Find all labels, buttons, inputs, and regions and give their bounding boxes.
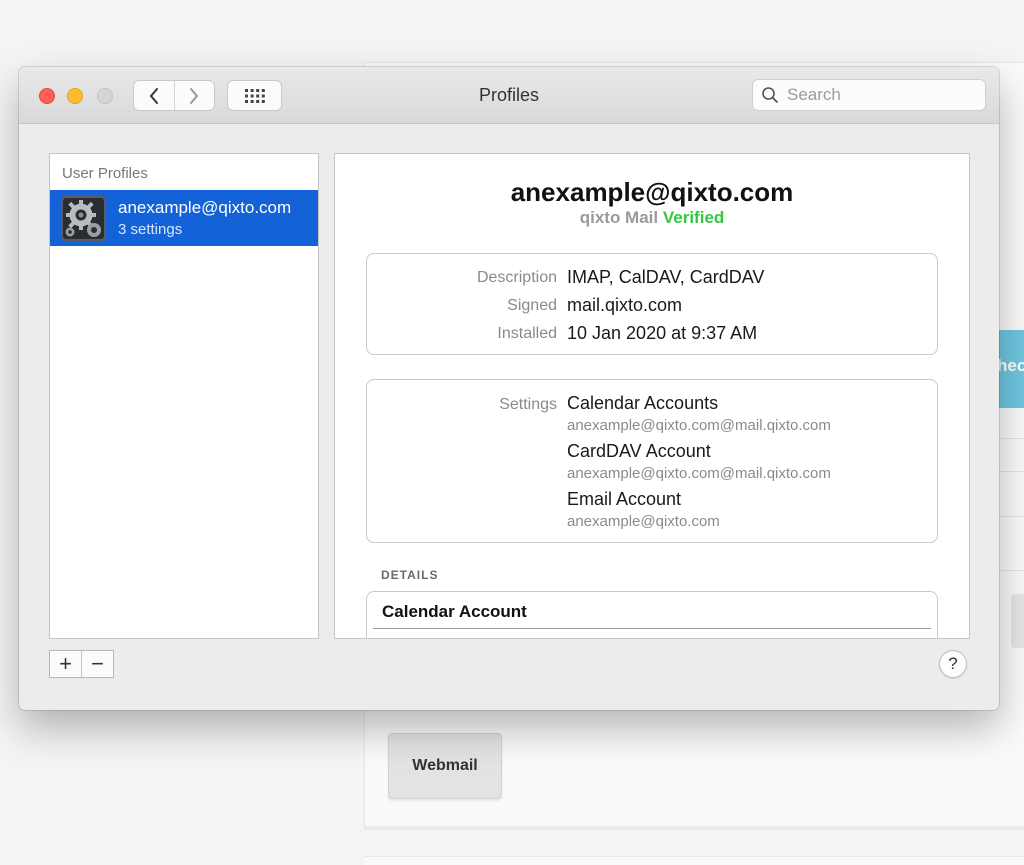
profile-settings-count: 3 settings: [118, 221, 183, 238]
search-field[interactable]: [752, 79, 986, 111]
background-divider: [995, 570, 1024, 571]
profiles-sidebar: User Profiles anexample@qixto.com 3 sett…: [49, 153, 319, 639]
add-profile-button[interactable]: +: [50, 651, 81, 677]
background-divider: [364, 826, 1024, 830]
installed-label: Installed: [497, 325, 557, 342]
setting-name: CardDAV Account: [567, 441, 711, 461]
help-button[interactable]: ?: [939, 650, 967, 678]
profile-list-item[interactable]: anexample@qixto.com 3 settings: [50, 190, 318, 246]
add-remove-buttons: + −: [49, 650, 114, 678]
gear-icon: [61, 196, 106, 241]
profile-detail-panel: anexample@qixto.com qixto Mail Verified …: [334, 153, 970, 639]
search-input[interactable]: [785, 84, 979, 106]
settings-label: Settings: [499, 396, 557, 413]
title-bar: Profiles: [19, 67, 999, 124]
profiles-window: Profiles User Profiles: [19, 67, 999, 710]
details-card-title: Calendar Account: [382, 602, 527, 621]
profile-name: anexample@qixto.com: [118, 198, 292, 217]
background-divider: [995, 471, 1024, 472]
details-divider: [373, 628, 931, 629]
verified-badge: Verified: [662, 208, 725, 227]
setting-name: Email Account: [567, 489, 682, 509]
description-label: Description: [476, 269, 557, 286]
sidebar-header: User Profiles: [62, 165, 148, 182]
description-value: IMAP, CalDAV, CardDAV: [567, 267, 765, 287]
profile-source-line: qixto Mail Verified: [335, 208, 969, 228]
setting-detail: anexample@qixto.com: [567, 513, 720, 530]
background-teal-button-label: hec: [997, 356, 1024, 375]
profile-info-card: Description IMAP, CalDAV, CardDAV Signed…: [366, 253, 938, 355]
profile-title: anexample@qixto.com: [510, 177, 794, 207]
background-teal-button[interactable]: hec: [995, 330, 1024, 408]
background-divider: [995, 438, 1024, 439]
search-icon: [762, 87, 778, 103]
setting-name: Calendar Accounts: [567, 393, 719, 413]
webmail-button[interactable]: Webmail: [388, 733, 502, 799]
profile-settings-card: Settings Calendar Accounts anexample@qix…: [366, 379, 938, 543]
details-section-header: DETAILS: [381, 568, 439, 582]
details-card: Calendar Account: [366, 591, 938, 638]
remove-profile-button[interactable]: −: [81, 651, 113, 677]
profile-source: qixto Mail: [579, 208, 659, 227]
background-side-tab[interactable]: [1011, 594, 1024, 648]
signed-label: Signed: [507, 297, 557, 314]
background-divider: [995, 516, 1024, 517]
setting-detail: anexample@qixto.com@mail.qixto.com: [567, 417, 831, 434]
signed-value: mail.qixto.com: [567, 295, 683, 315]
installed-value: 10 Jan 2020 at 9:37 AM: [567, 323, 758, 343]
setting-detail: anexample@qixto.com@mail.qixto.com: [567, 465, 831, 482]
